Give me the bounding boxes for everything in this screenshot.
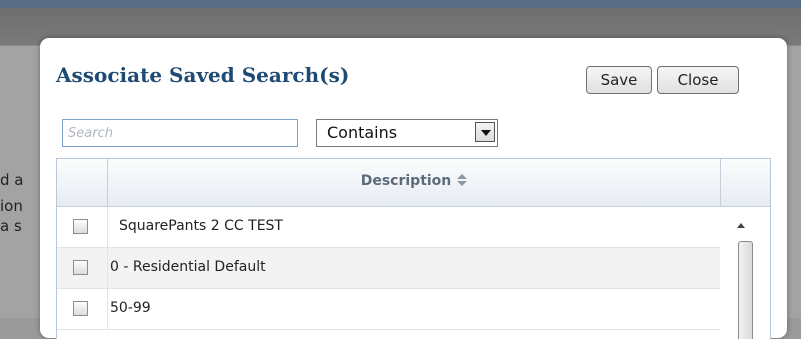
- table-row[interactable]: 0 - Residential Default: [57, 248, 720, 289]
- filter-mode-select[interactable]: Contains: [316, 119, 498, 147]
- dropdown-arrow-icon[interactable]: [475, 122, 495, 142]
- row-checkbox-cell: [57, 289, 108, 329]
- background-text-fragment: ion: [0, 197, 23, 215]
- description-column-header[interactable]: Description: [108, 159, 721, 206]
- sort-ascending-icon[interactable]: [457, 173, 468, 187]
- row-description: 50-99: [110, 300, 151, 316]
- save-button[interactable]: Save: [586, 66, 652, 94]
- search-input[interactable]: [62, 119, 298, 147]
- description-header-label: Description: [360, 173, 452, 189]
- row-description: 0 - Residential Default: [110, 259, 266, 275]
- close-button[interactable]: Close: [657, 66, 739, 94]
- row-checkbox-cell: [57, 207, 108, 247]
- background-text-fragment: d a: [0, 171, 24, 189]
- table-row[interactable]: SquarePants 2 CC TEST: [57, 207, 720, 248]
- table-row[interactable]: 50-99: [57, 289, 720, 330]
- grid-scrollbar[interactable]: [721, 207, 770, 339]
- row-checkbox[interactable]: [73, 219, 88, 234]
- header-checkbox-column: [57, 159, 108, 206]
- row-checkbox[interactable]: [73, 260, 88, 275]
- background-text-fragment: a s: [0, 217, 22, 235]
- scroll-thumb[interactable]: [738, 241, 753, 339]
- scroll-up-arrow-icon[interactable]: [737, 223, 745, 228]
- row-description: SquarePants 2 CC TEST: [119, 218, 283, 234]
- dialog-title: Associate Saved Search(s): [56, 63, 350, 87]
- row-checkbox[interactable]: [73, 301, 88, 316]
- saved-search-grid: Description SquarePants 2 CC TEST 0 - Re…: [56, 158, 771, 339]
- filter-mode-value: Contains: [327, 123, 398, 142]
- associate-saved-search-dialog: Associate Saved Search(s) Save Close Con…: [40, 38, 787, 339]
- row-checkbox-cell: [57, 248, 108, 288]
- grid-header: Description: [57, 159, 770, 207]
- page-top-bar: [0, 0, 801, 8]
